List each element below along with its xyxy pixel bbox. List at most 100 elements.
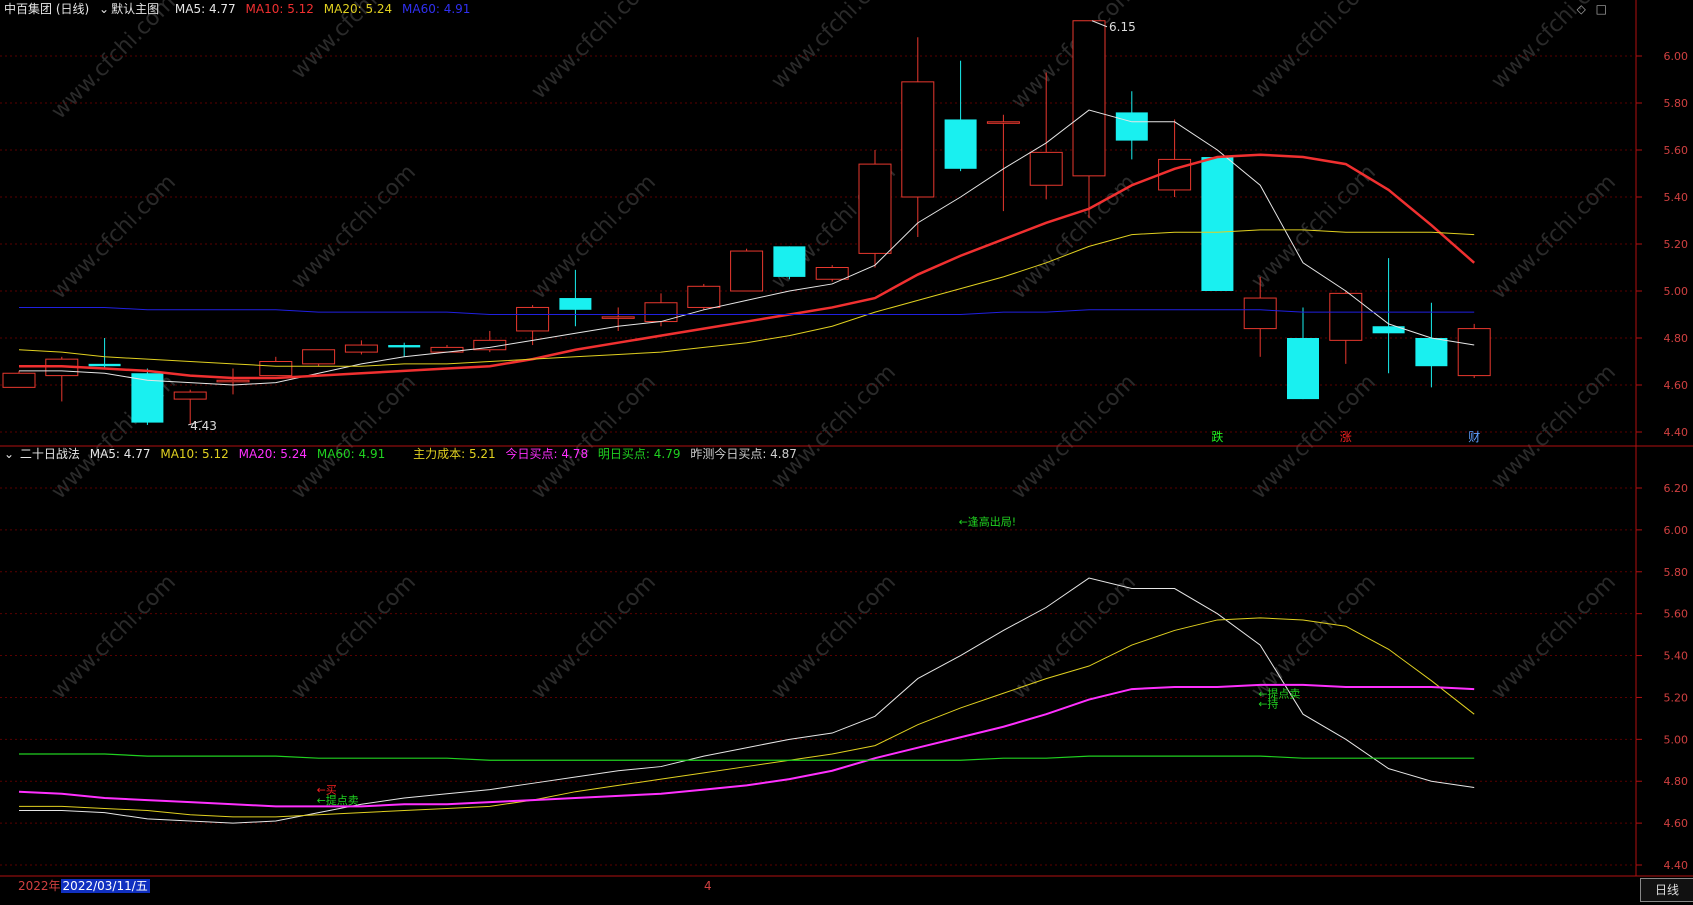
watermark-text: www.cfchi.com <box>287 160 421 294</box>
main-tick-label: 5.20 <box>1664 238 1689 251</box>
sub-tick-label: 5.60 <box>1664 608 1689 621</box>
sub-tick-label: 5.40 <box>1664 650 1689 663</box>
candle-body <box>773 246 806 277</box>
watermark-text: www.cfchi.com <box>527 570 661 704</box>
watermark-text: www.cfchi.com <box>47 570 181 704</box>
strategy-signal-label: ←持 <box>1258 697 1278 711</box>
candle-body <box>1329 292 1363 341</box>
period-button[interactable]: 日线 <box>1640 878 1693 902</box>
template-dropdown[interactable]: ⌄ 默认主图 <box>99 2 165 16</box>
main-tick-label: 5.00 <box>1664 285 1689 298</box>
today-buy: 今日买点: 4.78 <box>505 447 589 461</box>
ma-line-ma5 <box>19 109 1475 386</box>
watermark-text: www.cfchi.com <box>1247 160 1381 294</box>
sub-line-ma60 <box>19 753 1475 761</box>
watermark-text: www.cfchi.com <box>1487 170 1621 304</box>
main-tick-label: 4.80 <box>1664 332 1689 345</box>
main-tick-label: 5.60 <box>1664 144 1689 157</box>
watermark-text: www.cfchi.com <box>767 570 901 704</box>
template-label: 默认主图 <box>111 2 160 16</box>
candle-body <box>1029 151 1063 186</box>
sub-tick-label: 6.20 <box>1664 482 1689 495</box>
sub-chevron-down-icon[interactable]: ⌄ <box>4 447 14 461</box>
watermark-text: www.cfchi.com <box>1007 370 1141 504</box>
candle-body <box>516 306 550 332</box>
main-ma10: MA10: 5.12 <box>245 2 314 16</box>
sub-tick-label: 4.60 <box>1664 817 1689 830</box>
candle-body <box>601 316 635 319</box>
watermark-text: www.cfchi.com <box>767 0 901 94</box>
main-tick-label: 5.40 <box>1664 191 1689 204</box>
watermark-text: www.cfchi.com <box>527 370 661 504</box>
main-tick-label: 4.60 <box>1664 379 1689 392</box>
candle-body <box>1457 328 1491 377</box>
main-tick-label: 5.80 <box>1664 97 1689 110</box>
watermark-text: www.cfchi.com <box>767 360 901 494</box>
candle-body <box>1072 20 1106 177</box>
sub-tick-label: 4.40 <box>1664 859 1689 872</box>
sub-ma60: MA60: 4.91 <box>316 447 386 461</box>
chart-tools: ◇ □ <box>1571 2 1607 16</box>
candle-body <box>344 344 378 353</box>
sub-tick-label: 6.00 <box>1664 524 1689 537</box>
candle-body <box>2 372 36 388</box>
year-label: 2022年 <box>18 879 61 893</box>
sub-chart-layer: ←逢高出局!←买←提点卖←提点卖←持 <box>18 515 1475 824</box>
low-price-label: 4.43 <box>190 419 217 433</box>
signal-label: 跌 <box>1211 429 1223 444</box>
candle-body <box>388 345 421 348</box>
sub-ma5: MA5: 4.77 <box>89 447 151 461</box>
sub-line-ma20 <box>18 683 1475 808</box>
sub-tick-label: 5.20 <box>1664 691 1689 704</box>
square-icon[interactable]: □ <box>1596 2 1607 16</box>
grid-layer <box>0 0 1693 877</box>
candle-body <box>1201 157 1234 291</box>
stock-title[interactable]: 中百集团 (日线) <box>4 2 89 16</box>
sub-tick-label: 5.80 <box>1664 566 1689 579</box>
watermark-text: www.cfchi.com <box>47 0 181 124</box>
yesterday-predict: 昨测今日买点: 4.87 <box>690 447 797 461</box>
candle-body <box>216 379 250 383</box>
high-price-label: 6.15 <box>1109 20 1136 34</box>
chevron-down-icon: ⌄ <box>99 2 110 16</box>
candle-body <box>858 163 892 254</box>
candle-body <box>302 349 336 365</box>
main-ma60: MA60: 4.91 <box>402 2 471 16</box>
main-ma20: MA20: 5.24 <box>323 2 393 16</box>
candle-body <box>259 361 293 377</box>
watermark-layer: www.cfchi.com www.cfchi.com www.cfchi.com w… <box>47 0 1621 704</box>
date-bar: 2022年 2022/03/11/五 4 <box>0 878 712 895</box>
watermark-text: www.cfchi.com <box>1487 360 1621 494</box>
candle-body <box>687 285 721 308</box>
main-tick-label: 6.00 <box>1664 50 1689 63</box>
watermark-text: www.cfchi.com <box>527 170 661 304</box>
candle-body <box>1287 338 1319 400</box>
watermark-text: www.cfchi.com <box>1247 0 1381 104</box>
sub-ma10: MA10: 5.12 <box>160 447 229 461</box>
watermark-text: www.cfchi.com <box>287 370 421 504</box>
watermark-text: www.cfchi.com <box>527 0 661 104</box>
indicator-name[interactable]: 二十日战法 <box>20 447 80 461</box>
strategy-signal-label: ←逢高出局! <box>959 515 1017 529</box>
price-axis-layer: 6.00 5.80 5.60 5.40 5.20 5.00 4.80 4.60 4.40 6.20… <box>1636 50 1688 872</box>
candle-body <box>815 267 849 280</box>
sub-ma20: MA20: 5.24 <box>238 447 308 461</box>
candle-body <box>944 119 977 169</box>
main-cost: 主力成本: 5.21 <box>413 447 496 461</box>
main-ma5: MA5: 4.77 <box>174 2 236 16</box>
scroll-marker: 4 <box>704 879 712 893</box>
watermark-text: www.cfchi.com <box>287 570 421 704</box>
signal-label: 涨 <box>1340 429 1352 444</box>
candle-body <box>901 81 935 198</box>
sub-tick-label: 5.00 <box>1664 733 1689 746</box>
candle-body <box>1415 338 1448 367</box>
sub-chart-header: ⌄ 二十日战法 MA5: 4.77 MA10: 5.12 MA20: 5.24 … <box>4 446 803 462</box>
diamond-icon[interactable]: ◇ <box>1577 2 1586 16</box>
chart-stage: www.cfchi.com www.cfchi.com www.cfchi.com w… <box>0 0 1693 902</box>
candle-body <box>173 391 207 400</box>
candle-body <box>1243 297 1277 330</box>
sub-tick-label: 4.80 <box>1664 775 1689 788</box>
watermark-text: www.cfchi.com <box>47 170 181 304</box>
candle-body <box>730 250 764 292</box>
date-cursor-label: 2022/03/11/五 <box>60 879 150 893</box>
